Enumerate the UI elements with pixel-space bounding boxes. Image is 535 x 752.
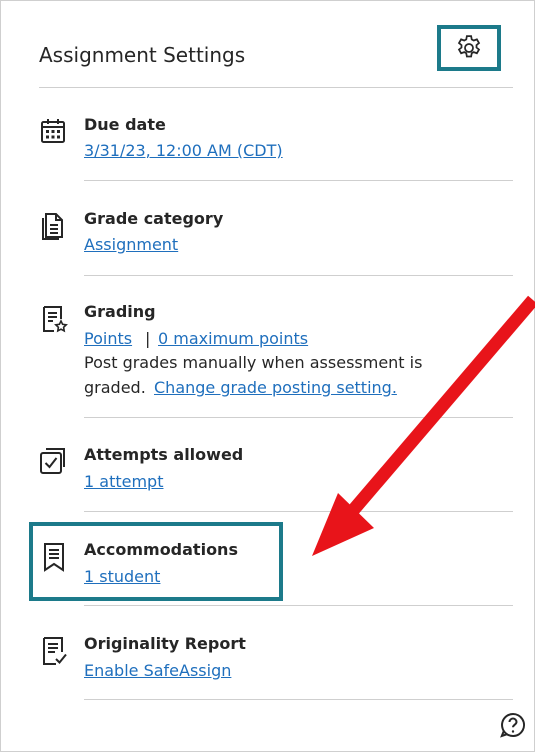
originality-label: Originality Report: [84, 634, 246, 653]
divider: [84, 699, 513, 700]
divider: [84, 180, 513, 181]
grading-icon: [43, 306, 68, 333]
calendar-icon: [41, 119, 65, 143]
help-icon[interactable]: [499, 711, 527, 739]
document-icon: [42, 213, 63, 240]
divider: [84, 511, 513, 512]
gear-icon: [457, 35, 481, 58]
divider: [84, 275, 513, 276]
due-date-label: Due date: [84, 115, 166, 134]
settings-button[interactable]: [437, 25, 501, 71]
divider: [84, 417, 513, 418]
attempts-checkbox-icon: [40, 448, 65, 474]
accommodations-highlight-box: [29, 522, 283, 601]
grading-label: Grading: [84, 302, 156, 321]
attempts-link[interactable]: 1 attempt: [84, 472, 163, 491]
grade-category-label: Grade category: [84, 209, 224, 228]
grade-category-link[interactable]: Assignment: [84, 235, 178, 254]
grading-description-line1: Post grades manually when assessment is: [84, 353, 423, 372]
panel-title: Assignment Settings: [39, 43, 246, 67]
due-date-link[interactable]: 3/31/23, 12:00 AM (CDT): [84, 141, 283, 160]
divider: [39, 87, 513, 88]
grading-description-line2: graded.: [84, 378, 146, 397]
change-grade-posting-link[interactable]: Change grade posting setting.: [154, 378, 397, 397]
grading-points-link[interactable]: Points: [84, 329, 132, 348]
attempts-label: Attempts allowed: [84, 445, 244, 464]
grading-separator: |: [145, 329, 151, 348]
originality-icon: [43, 637, 67, 665]
divider: [84, 605, 513, 606]
grading-max-points-link[interactable]: 0 maximum points: [158, 329, 308, 348]
originality-link[interactable]: Enable SafeAssign: [84, 661, 231, 680]
assignment-settings-panel: Assignment Settings Due date 3/31/23, 12…: [0, 0, 535, 752]
